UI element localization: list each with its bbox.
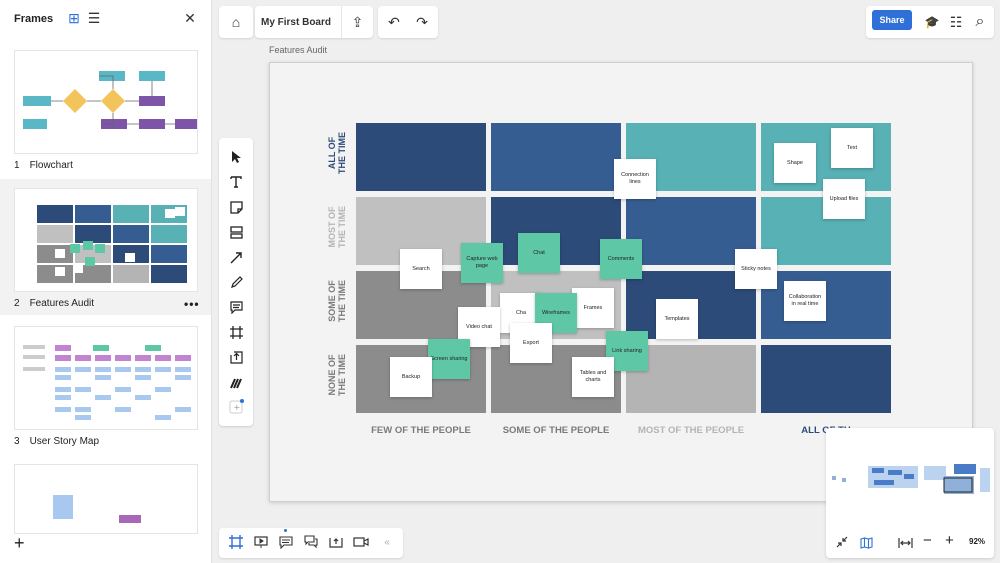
frame-label-user-story-map[interactable]: 3 User Story Map	[14, 436, 109, 447]
frame-thumbnail-flowchart[interactable]	[14, 50, 198, 154]
upload-tool-icon[interactable]	[227, 348, 245, 366]
notification-dot	[284, 529, 287, 532]
sticky-note-tool-icon[interactable]	[227, 198, 245, 216]
learning-center-icon[interactable]: 🎓	[922, 6, 942, 38]
frame-name: Features Audit	[29, 298, 95, 309]
more-tools-icon[interactable]: +	[227, 398, 245, 416]
board-name[interactable]: My First Board	[255, 6, 337, 38]
grid-view-icon[interactable]: ⊞	[66, 10, 82, 26]
matrix-cell	[761, 345, 891, 413]
tools-toolbar: +	[219, 138, 253, 426]
sticky-note[interactable]: Shape	[774, 143, 816, 183]
sticky-note[interactable]: Export	[510, 323, 552, 363]
search-icon[interactable]: ⌕	[970, 6, 990, 38]
redo-icon[interactable]: ↷	[408, 6, 436, 38]
bottom-toolbar: «	[219, 528, 403, 558]
zoom-level[interactable]: 92%	[969, 537, 985, 546]
zoom-in-icon[interactable]: +	[945, 532, 954, 549]
frames-panel: Frames ⊞ ☰ ✕ 1 Flowchart 2 Features Audi…	[0, 0, 212, 563]
export-icon[interactable]: ⇪	[341, 6, 373, 38]
minimap-preview	[832, 464, 990, 494]
svg-text:+: +	[234, 403, 241, 412]
sticky-note[interactable]: Chat	[518, 233, 560, 273]
frame-name: User Story Map	[29, 436, 100, 447]
frame-label-features-audit[interactable]: 2 Features Audit	[14, 298, 104, 309]
matrix-cell	[491, 123, 621, 191]
matrix-cell	[356, 123, 486, 191]
comments-icon[interactable]	[278, 535, 294, 551]
history-toolbar: ↶ ↷	[378, 6, 438, 38]
frame-more-options-icon[interactable]: •••	[184, 297, 200, 311]
sticky-note[interactable]: Screen sharing	[428, 339, 470, 379]
sticky-note[interactable]: Backup	[390, 357, 432, 397]
map-icon[interactable]	[860, 536, 873, 554]
sticky-note[interactable]: Tables and charts	[572, 357, 614, 397]
select-tool-icon[interactable]	[227, 148, 245, 166]
pen-tool-icon[interactable]	[227, 273, 245, 291]
templates-tool-icon[interactable]	[227, 373, 245, 391]
frame-thumbnail-4[interactable]	[14, 464, 198, 534]
add-frame-button[interactable]: +	[14, 533, 25, 554]
shape-tool-icon[interactable]	[227, 223, 245, 241]
frame-number: 1	[14, 160, 20, 171]
collapse-minimap-icon[interactable]	[836, 536, 848, 551]
frame-thumbnail-user-story-map[interactable]	[14, 326, 198, 430]
frame-number: 3	[14, 436, 20, 447]
matrix-cell	[761, 271, 891, 339]
board-settings-icon[interactable]: ☷	[946, 6, 966, 38]
sticky-note[interactable]: Sticky notes	[735, 249, 777, 289]
frames-icon[interactable]	[228, 535, 244, 551]
frame-4-thumbnail	[53, 495, 141, 523]
home-icon[interactable]: ⌂	[219, 6, 253, 38]
col-label-most-of-the-people: MOST OF THE PEOPLE	[637, 425, 745, 436]
row-label-none-of-the-time: NONE OF THE TIME	[327, 354, 347, 396]
home-toolbar: ⌂	[219, 6, 253, 38]
sticky-note[interactable]: Text	[831, 128, 873, 168]
presentation-icon[interactable]	[253, 535, 269, 551]
row-label-most-of-the-time: MOST OF THE TIME	[327, 206, 347, 248]
sticky-note[interactable]: Frames	[572, 288, 614, 328]
frame-name: Flowchart	[29, 160, 73, 171]
comment-tool-icon[interactable]	[227, 298, 245, 316]
user-story-map-thumbnail	[23, 345, 191, 420]
col-label-few-of-the-people: FEW OF THE PEOPLE	[371, 425, 471, 436]
zoom-out-icon[interactable]: −	[923, 532, 932, 549]
frame-tool-icon[interactable]	[227, 323, 245, 341]
video-call-icon[interactable]	[353, 535, 369, 551]
connection-line-tool-icon[interactable]	[227, 248, 245, 266]
frame-number: 2	[14, 298, 20, 309]
sticky-note[interactable]: Upload files	[823, 179, 865, 219]
sticky-note[interactable]: Capture web page	[461, 243, 503, 283]
board-toolbar: My First Board ⇪	[255, 6, 373, 38]
chat-icon[interactable]	[303, 535, 319, 551]
undo-icon[interactable]: ↶	[380, 6, 408, 38]
screen-share-icon[interactable]	[328, 535, 344, 551]
list-view-icon[interactable]: ☰	[86, 10, 102, 26]
frames-panel-title: Frames	[14, 13, 54, 25]
frame-label-flowchart[interactable]: 1 Flowchart	[14, 160, 83, 171]
share-button[interactable]: Share	[872, 10, 912, 30]
flowchart-thumbnail	[23, 71, 197, 129]
fit-to-screen-icon[interactable]	[898, 536, 913, 554]
sticky-note[interactable]: Templates	[656, 299, 698, 339]
row-label-some-of-the-time: SOME OF THE TIME	[327, 280, 347, 322]
col-label-some-of-the-people: SOME OF THE PEOPLE	[502, 425, 610, 436]
row-label-all-of-the-time: ALL OF THE TIME	[327, 132, 347, 174]
text-tool-icon[interactable]	[227, 173, 245, 191]
sticky-note[interactable]: Connection lines	[614, 159, 656, 199]
sticky-note[interactable]: Search	[400, 249, 442, 289]
frame-caption: Features Audit	[269, 45, 328, 55]
frame-thumbnail-features-audit[interactable]	[14, 188, 198, 292]
sticky-note[interactable]: Collaboration in real time	[784, 281, 826, 321]
close-icon[interactable]: ✕	[182, 10, 198, 26]
sticky-note[interactable]: Comments	[600, 239, 642, 279]
collapse-toolbar-icon[interactable]: «	[379, 535, 395, 551]
features-audit-thumbnail	[37, 205, 187, 283]
